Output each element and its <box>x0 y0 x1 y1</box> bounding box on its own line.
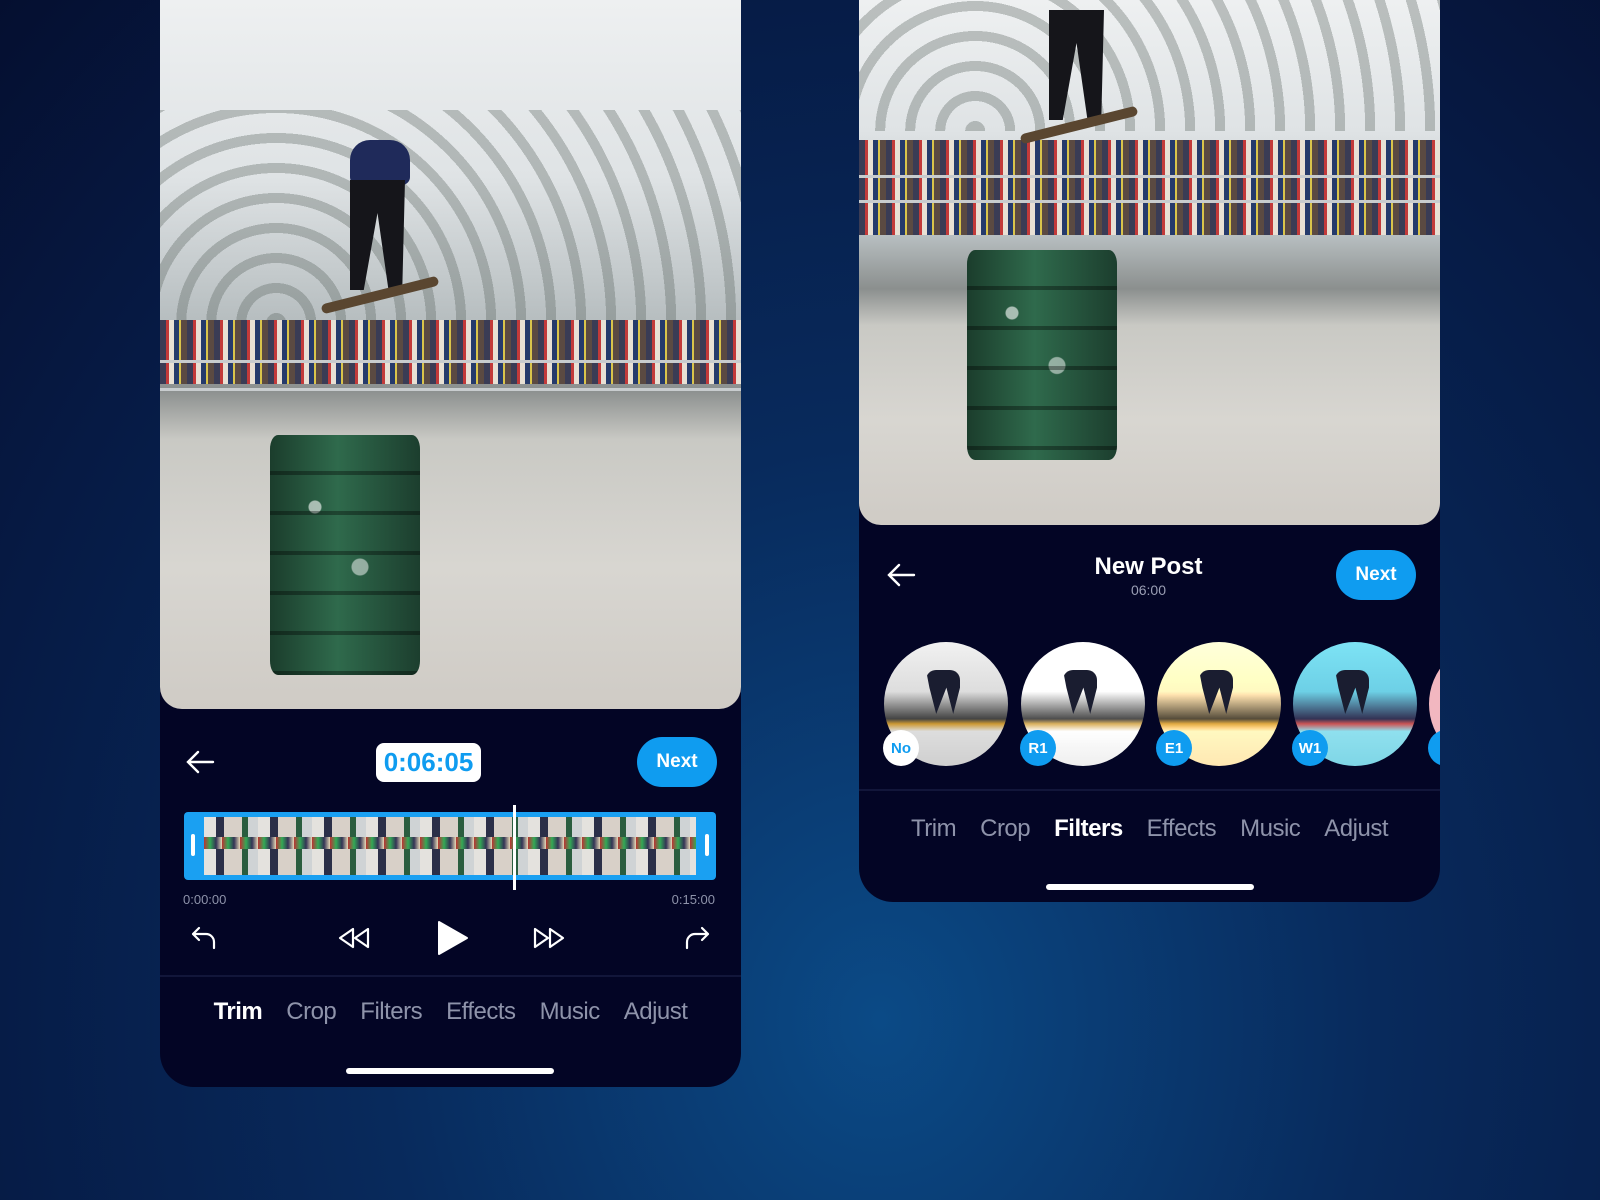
trim-start-handle[interactable] <box>191 834 195 856</box>
redo-button[interactable] <box>675 916 719 960</box>
tab-crop[interactable]: Crop <box>274 998 348 1026</box>
tab-trim[interactable]: Trim <box>202 998 275 1026</box>
home-indicator <box>1046 884 1254 890</box>
fast-forward-button[interactable] <box>527 916 571 960</box>
play-button[interactable] <box>428 914 476 962</box>
photo-preview <box>859 0 1440 525</box>
page-title: New Post <box>1094 552 1203 580</box>
tab-trim[interactable]: Trim <box>899 815 968 843</box>
post-duration: 06:00 <box>1130 581 1167 598</box>
start-time: 0:00:00 <box>183 892 227 907</box>
current-timecode: 0:06:05 <box>375 742 482 782</box>
tab-filters[interactable]: Filters <box>1042 815 1135 843</box>
tab-music[interactable]: Music <box>1228 815 1312 843</box>
filter-label-e1: E1 <box>1156 730 1192 766</box>
tab-adjust[interactable]: Adjust <box>612 998 700 1026</box>
video-frames <box>204 817 696 875</box>
arrow-left-icon <box>186 750 215 774</box>
redo-icon <box>685 926 710 950</box>
tab-effects[interactable]: Effects <box>1135 815 1228 843</box>
filter-label-w1: W1 <box>1292 730 1328 766</box>
trim-screen: 0:06:05 Next 0:00:00 0:15:00 Trim Crop F… <box>160 0 741 1087</box>
editor-tabs: Trim Crop Filters Effects Music Adjust <box>859 815 1440 843</box>
filter-label-no: No <box>883 730 919 766</box>
home-indicator <box>346 1068 554 1074</box>
next-button[interactable]: Next <box>1336 550 1416 600</box>
next-button[interactable]: Next <box>637 737 717 787</box>
back-button[interactable] <box>180 742 220 782</box>
rewind-button[interactable] <box>332 916 376 960</box>
arrow-left-icon <box>887 563 916 587</box>
filter-label-partial <box>1428 730 1440 766</box>
tab-adjust[interactable]: Adjust <box>1312 815 1400 843</box>
undo-icon <box>191 926 216 950</box>
filters-screen: New Post 06:00 Next No R1 E1 W1 Trim Cro… <box>859 0 1440 902</box>
trim-timeline[interactable] <box>184 812 716 880</box>
filter-label-r1: R1 <box>1020 730 1056 766</box>
video-preview <box>160 0 741 709</box>
tab-crop[interactable]: Crop <box>968 815 1042 843</box>
header-title-group: New Post 06:00 <box>1094 553 1202 598</box>
tab-filters[interactable]: Filters <box>348 998 434 1026</box>
editor-tabs: Trim Crop Filters Effects Music Adjust <box>160 998 741 1026</box>
trim-end-handle[interactable] <box>705 834 709 856</box>
playhead[interactable] <box>513 805 516 890</box>
tab-music[interactable]: Music <box>528 998 612 1026</box>
play-icon <box>438 921 468 955</box>
fast-forward-icon <box>533 927 565 949</box>
rewind-icon <box>338 927 370 949</box>
undo-button[interactable] <box>182 916 226 960</box>
tab-effects[interactable]: Effects <box>434 998 527 1026</box>
back-button[interactable] <box>881 555 921 595</box>
end-time: 0:15:00 <box>671 892 715 907</box>
